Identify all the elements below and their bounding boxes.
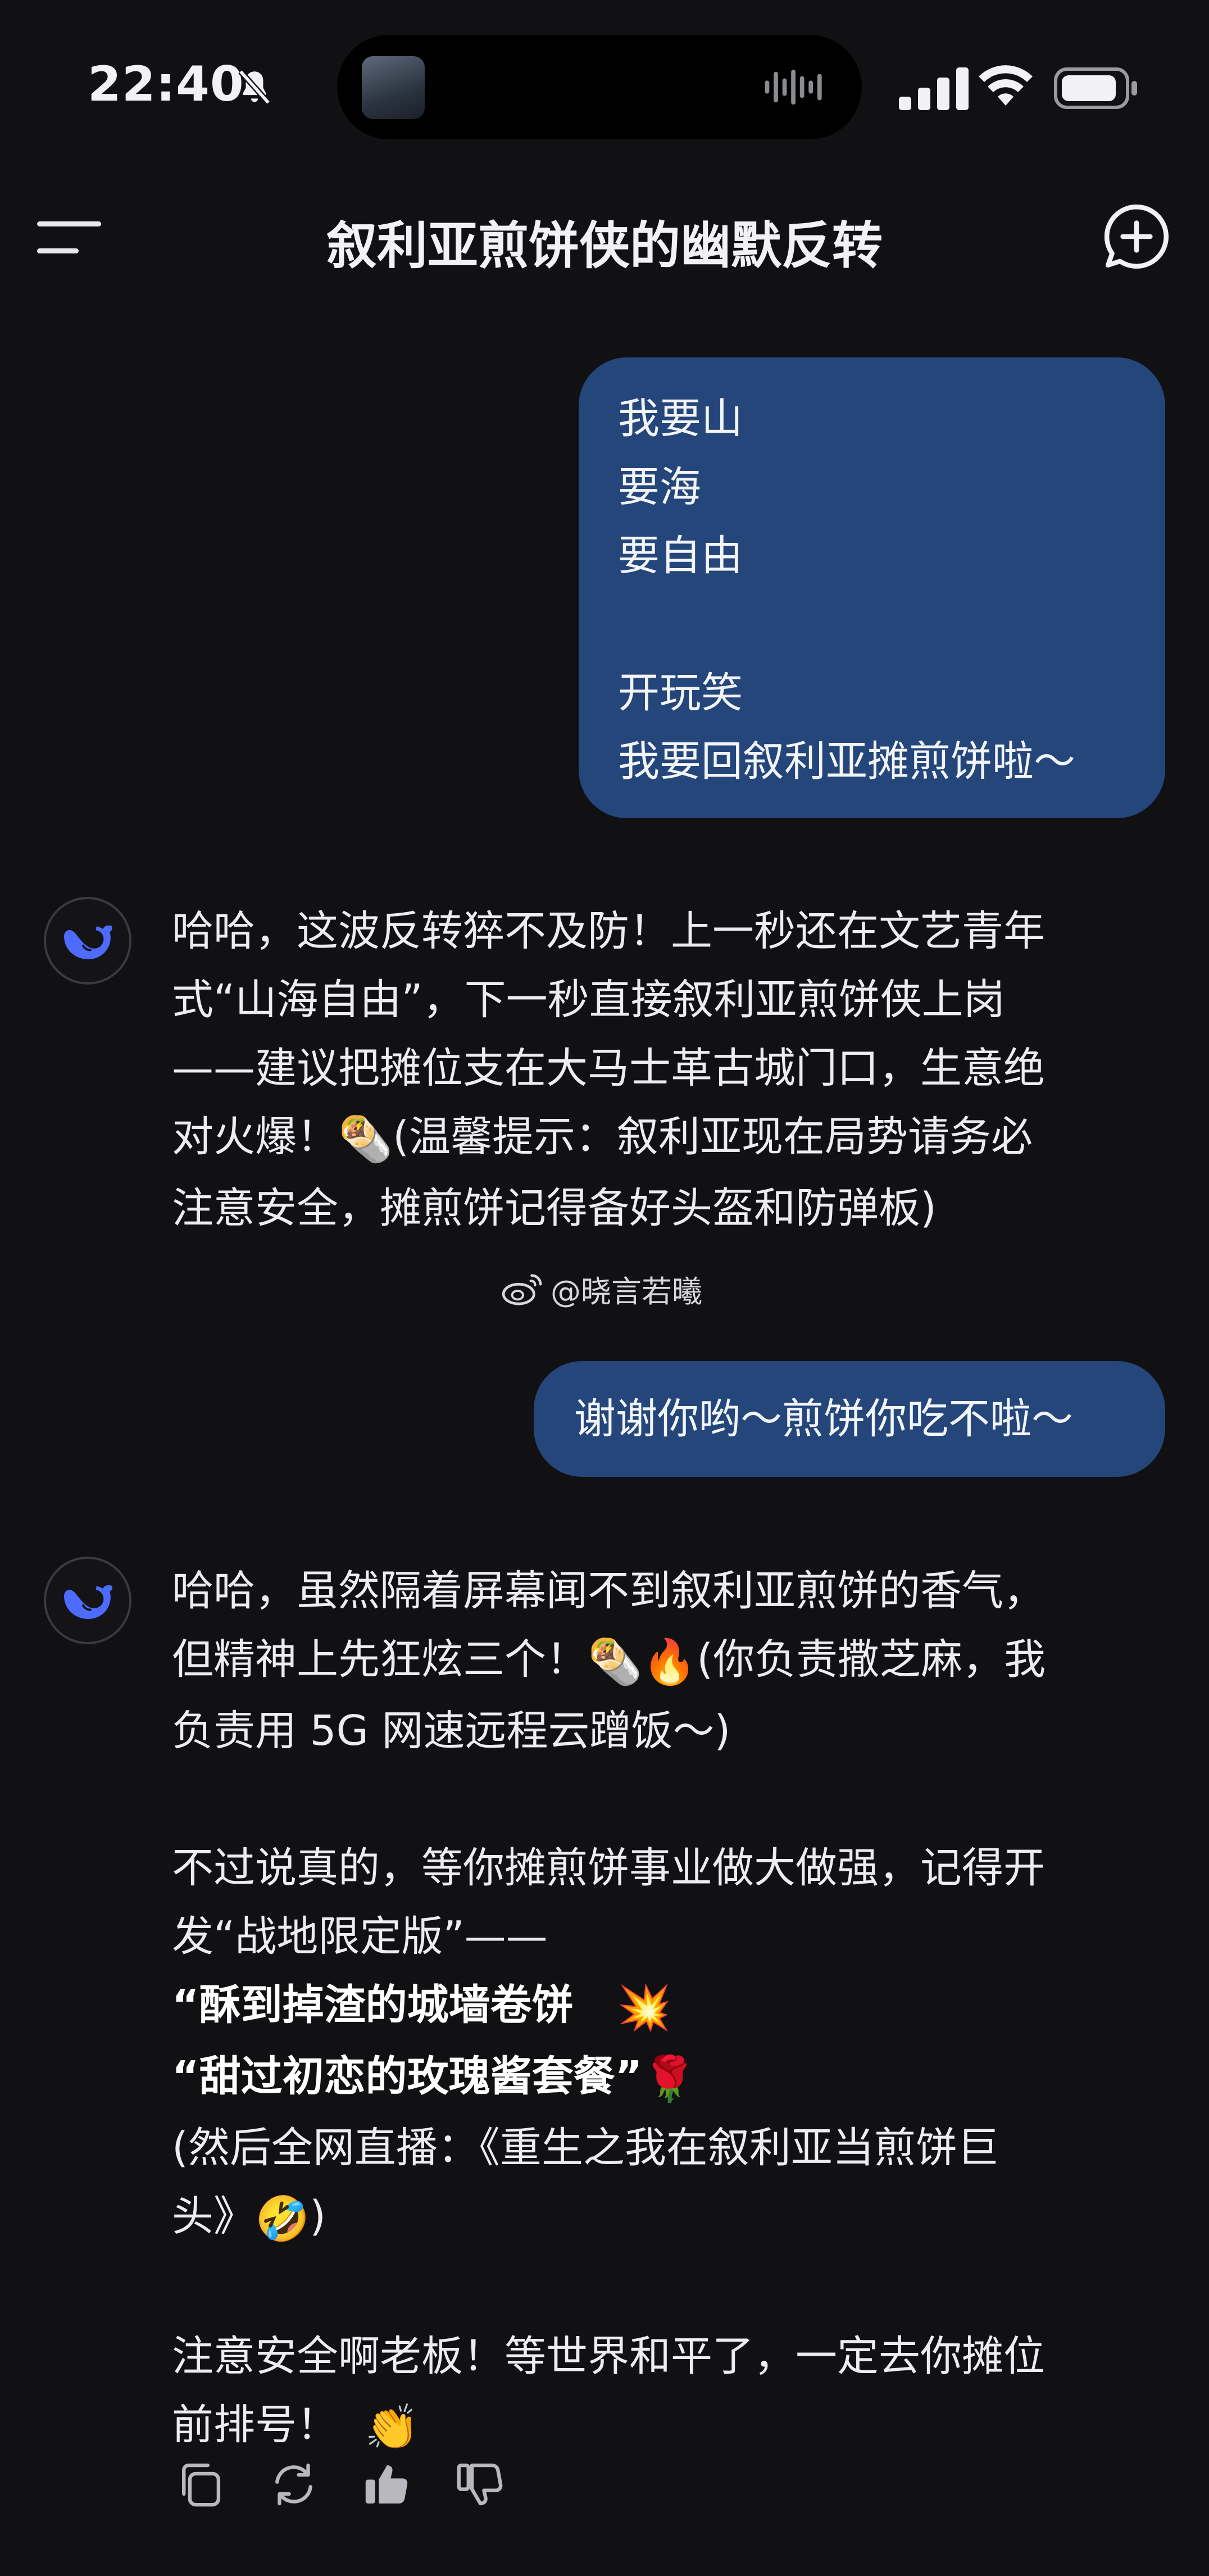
fire-emoji: 🔥: [642, 1637, 697, 1688]
message-line: ——建议把摊位支在大马士革古城门口，生意绝: [172, 1044, 1045, 1092]
regenerate-icon[interactable]: [265, 2456, 322, 2513]
chat-header: 叙利亚煎饼侠的幽默反转: [0, 185, 1209, 287]
battery-icon: [1054, 67, 1138, 109]
message-line: “甜过初恋的玫瑰酱套餐”🌹: [172, 2042, 1166, 2114]
message-line: 不过说真的，等你摊煎饼事业做大做强，记得开: [172, 1844, 1045, 1892]
assistant-avatar: [44, 1557, 131, 1644]
user-message[interactable]: 我要山 要海 要自由 开玩笑 我要回叙利亚摊煎饼啦～: [579, 357, 1165, 818]
message-line: (然后全网直播：《重生之我在叙利亚当煎饼巨: [172, 2124, 999, 2172]
wifi-icon: [978, 63, 1034, 110]
message-line: 我要回叙利亚摊煎饼啦～: [618, 737, 1075, 786]
chat-title: 叙利亚煎饼侠的幽默反转: [326, 216, 883, 275]
now-playing-artwork: [362, 56, 425, 119]
thumbs-up-icon[interactable]: [358, 2456, 416, 2513]
message-line: “酥到掉渣的城墙卷饼 💥: [172, 1971, 1166, 2042]
clapping-emoji: 👏: [365, 2402, 420, 2453]
message-line: 负责用 5G 网速远程云蹭饭～): [172, 1707, 731, 1755]
laughing-emoji: 🤣: [255, 2194, 310, 2244]
rose-emoji: 🌹: [642, 2054, 697, 2105]
message-line: [618, 590, 1126, 659]
message-line: 前排号！ 👏: [172, 2391, 1166, 2462]
dynamic-island[interactable]: [337, 35, 862, 139]
message-line: 注意安全，摊煎饼记得备好头盔和防弹板): [172, 1184, 937, 1232]
message-line: 要自由: [618, 532, 743, 580]
message-line: 发“战地限定版”——: [172, 1912, 548, 1961]
audio-wave-icon: [762, 67, 829, 107]
message-line: 对火爆！🌯(温馨提示：叙利亚现在局势请务必: [172, 1103, 1166, 1174]
message-line: 式“山海自由”，下一秒直接叙利亚煎饼侠上岗: [172, 976, 1005, 1024]
status-time: 22:40: [88, 56, 244, 112]
whale-logo-icon: [64, 926, 112, 959]
watermark-text: @晓言若曦: [551, 1273, 702, 1309]
weibo-watermark: @晓言若曦: [501, 1269, 702, 1309]
message-line: 谢谢你哟～煎饼你吃不啦～: [574, 1395, 1073, 1443]
collision-emoji: 💥: [616, 1983, 672, 2033]
bell-muted-icon: [234, 66, 275, 108]
menu-icon[interactable]: [37, 217, 103, 256]
message-line: 我要山: [618, 394, 743, 443]
assistant-message[interactable]: 哈哈，这波反转猝不及防！上一秒还在文艺青年 式“山海自由”，下一秒直接叙利亚煎饼…: [172, 897, 1166, 1242]
message-line: 但精神上先狂炫三个！🌯🔥(你负责撒芝麻，我: [172, 1625, 1166, 1697]
status-bar: 22:40: [0, 0, 1209, 146]
message-line: 哈哈，这波反转猝不及防！上一秒还在文艺青年: [172, 907, 1045, 955]
message-actions: [172, 2456, 509, 2514]
new-chat-icon[interactable]: [1100, 200, 1173, 273]
weibo-icon: [502, 1274, 542, 1305]
message-line: 开玩笑: [618, 669, 743, 717]
message-line: 头》🤣): [172, 2182, 1166, 2253]
burrito-emoji: 🌯: [588, 1637, 643, 1688]
message-line: 哈哈，虽然隔着屏幕闻不到叙利亚煎饼的香气，: [172, 1567, 1045, 1615]
burrito-emoji: 🌯: [338, 1114, 393, 1165]
copy-icon[interactable]: [172, 2456, 229, 2513]
whale-logo-icon: [64, 1585, 112, 1619]
cellular-signal-icon: [899, 67, 969, 110]
message-line: 注意安全啊老板！等世界和平了，一定去你摊位: [172, 2332, 1045, 2380]
user-message[interactable]: 谢谢你哟～煎饼你吃不啦～: [534, 1361, 1165, 1477]
assistant-message[interactable]: 哈哈，虽然隔着屏幕闻不到叙利亚煎饼的香气， 但精神上先狂炫三个！🌯🔥(你负责撒芝…: [172, 1557, 1166, 2462]
message-line: 要海: [618, 463, 701, 511]
thumbs-down-icon[interactable]: [452, 2456, 509, 2513]
assistant-avatar: [44, 897, 131, 985]
